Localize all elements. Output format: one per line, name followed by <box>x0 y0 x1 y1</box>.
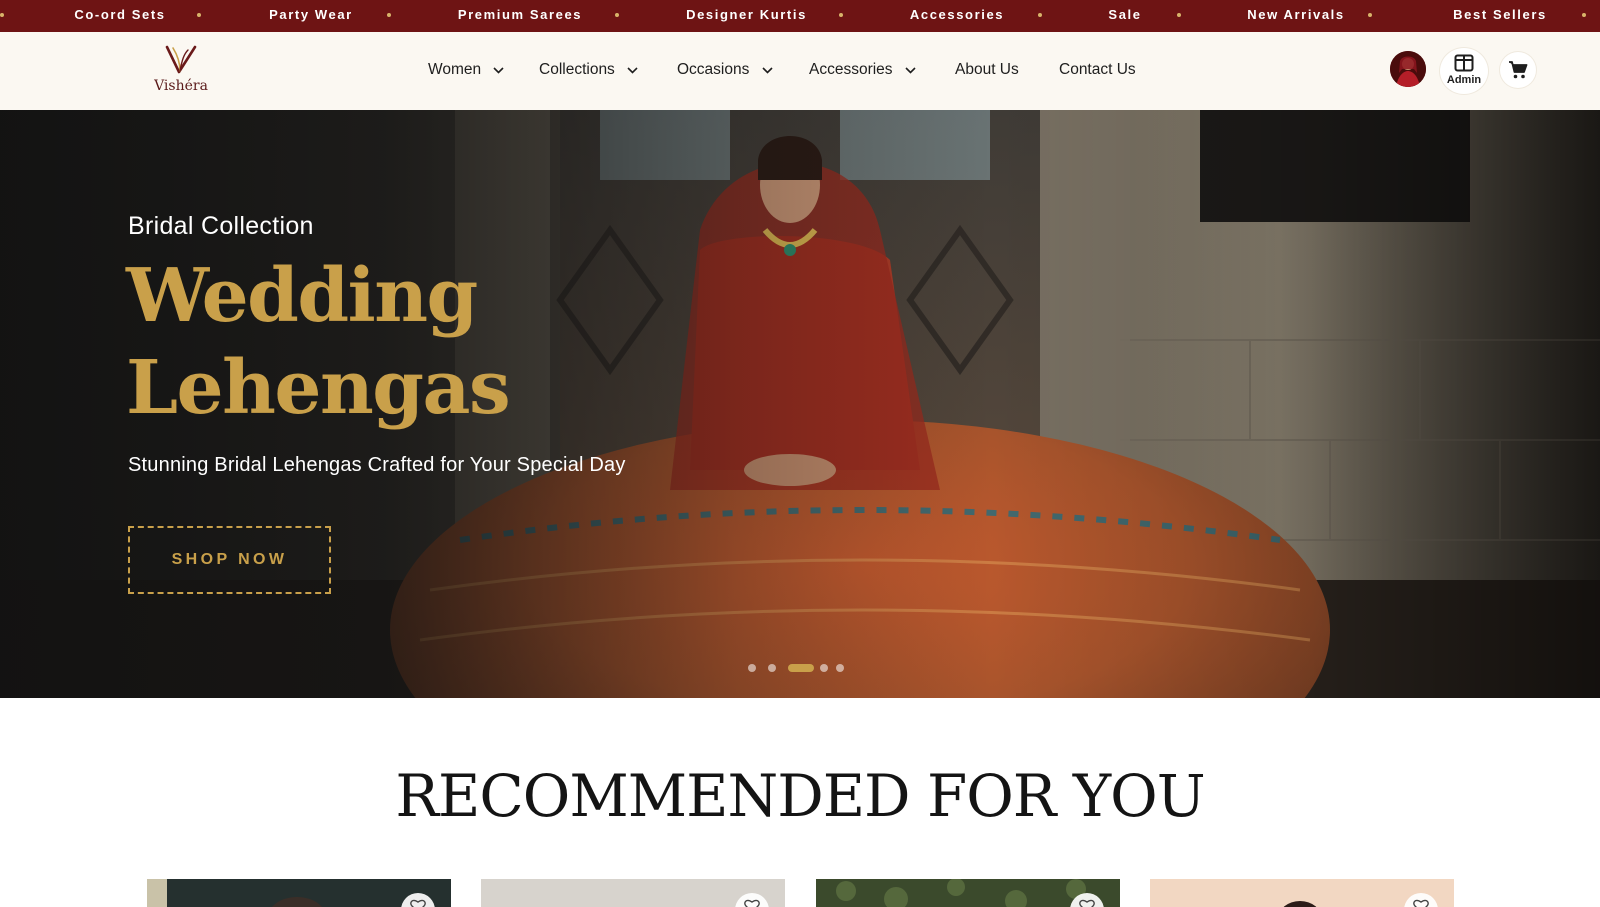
heart-icon <box>744 899 760 907</box>
ticker-item-new-arrivals[interactable]: New Arrivals <box>1236 0 1356 32</box>
hero-title: Wedding Lehengas <box>126 250 766 434</box>
ticker-separator <box>1368 13 1372 17</box>
heart-icon <box>1413 899 1429 907</box>
hero-banner: Bridal Collection Wedding Lehengas Stunn… <box>0 110 1600 698</box>
ticker-item-premium-sarees[interactable]: Premium Sarees <box>440 0 600 32</box>
chevron-down-icon <box>905 66 916 74</box>
heart-icon <box>410 899 426 907</box>
ticker-item-designer-kurtis[interactable]: Designer Kurtis <box>664 0 829 32</box>
ticker-item-coord-sets[interactable]: Co-ord Sets <box>60 0 180 32</box>
admin-panel-icon <box>1454 54 1474 72</box>
nav-accessories-label: Accessories <box>809 61 893 78</box>
ticker-item-accessories[interactable]: Accessories <box>890 0 1024 32</box>
promo-ticker: Co-ord Sets Party Wear Premium Sarees De… <box>0 0 1600 32</box>
nav-collections[interactable]: Collections <box>539 58 638 82</box>
product-card-1[interactable] <box>147 879 451 907</box>
carousel-dot-5[interactable] <box>768 664 776 672</box>
carousel-dot-4[interactable] <box>836 664 844 672</box>
ticker-separator <box>387 13 391 17</box>
product-card-4[interactable] <box>1150 879 1454 907</box>
product-card-2[interactable] <box>481 879 785 907</box>
chevron-down-icon <box>762 66 773 74</box>
ticker-separator <box>197 13 201 17</box>
carousel-dot-1[interactable] <box>748 664 756 672</box>
carousel-dot-3[interactable] <box>820 664 828 672</box>
ticker-separator <box>615 13 619 17</box>
recommended-heading: RECOMMENDED FOR YOU <box>395 762 1205 830</box>
cart-button[interactable] <box>1500 52 1536 88</box>
ticker-separator <box>1582 13 1586 17</box>
cart-icon <box>1509 61 1528 79</box>
nav-collections-label: Collections <box>539 61 615 78</box>
shop-now-button[interactable]: SHOP NOW <box>128 526 331 594</box>
ticker-separator <box>839 13 843 17</box>
ticker-item-sale[interactable]: Sale <box>1090 0 1160 32</box>
avatar-image-icon <box>1390 51 1426 87</box>
nav-contact-us-label: Contact Us <box>1059 61 1136 78</box>
heart-icon <box>1079 899 1095 907</box>
brand-logo-mark-icon <box>165 45 197 74</box>
nav-occasions[interactable]: Occasions <box>677 58 773 82</box>
nav-women[interactable]: Women <box>428 58 505 82</box>
ticker-separator <box>1177 13 1181 17</box>
admin-button[interactable]: Admin <box>1440 48 1488 94</box>
nav-occasions-label: Occasions <box>677 61 750 78</box>
nav-contact-us[interactable]: Contact Us <box>1059 58 1136 82</box>
hero-title-line-2: Lehengas <box>126 345 511 431</box>
chevron-down-icon <box>493 66 505 74</box>
hero-subtitle: Stunning Bridal Lehengas Crafted for You… <box>128 454 626 476</box>
ticker-separator <box>0 13 4 17</box>
brand-logo[interactable]: Vishéra <box>150 42 212 100</box>
hero-eyebrow: Bridal Collection <box>128 212 314 240</box>
carousel-dot-2-active[interactable] <box>788 664 814 672</box>
hero-title-line-1: Wedding <box>126 253 478 339</box>
nav-about-us-label: About Us <box>955 61 1019 78</box>
nav-about-us[interactable]: About Us <box>955 58 1019 82</box>
ticker-separator <box>1038 13 1042 17</box>
nav-accessories[interactable]: Accessories <box>809 58 916 82</box>
main-navbar: Vishéra Women Collections Occasions Acce… <box>0 32 1600 110</box>
admin-label: Admin <box>1446 74 1482 86</box>
chevron-down-icon <box>627 66 638 74</box>
nav-women-label: Women <box>428 61 482 78</box>
brand-name: Vishéra <box>154 78 208 94</box>
user-avatar[interactable] <box>1390 51 1426 87</box>
product-card-3[interactable] <box>816 879 1120 907</box>
ticker-item-party-wear[interactable]: Party Wear <box>252 0 370 32</box>
ticker-item-best-sellers[interactable]: Best Sellers <box>1440 0 1560 32</box>
